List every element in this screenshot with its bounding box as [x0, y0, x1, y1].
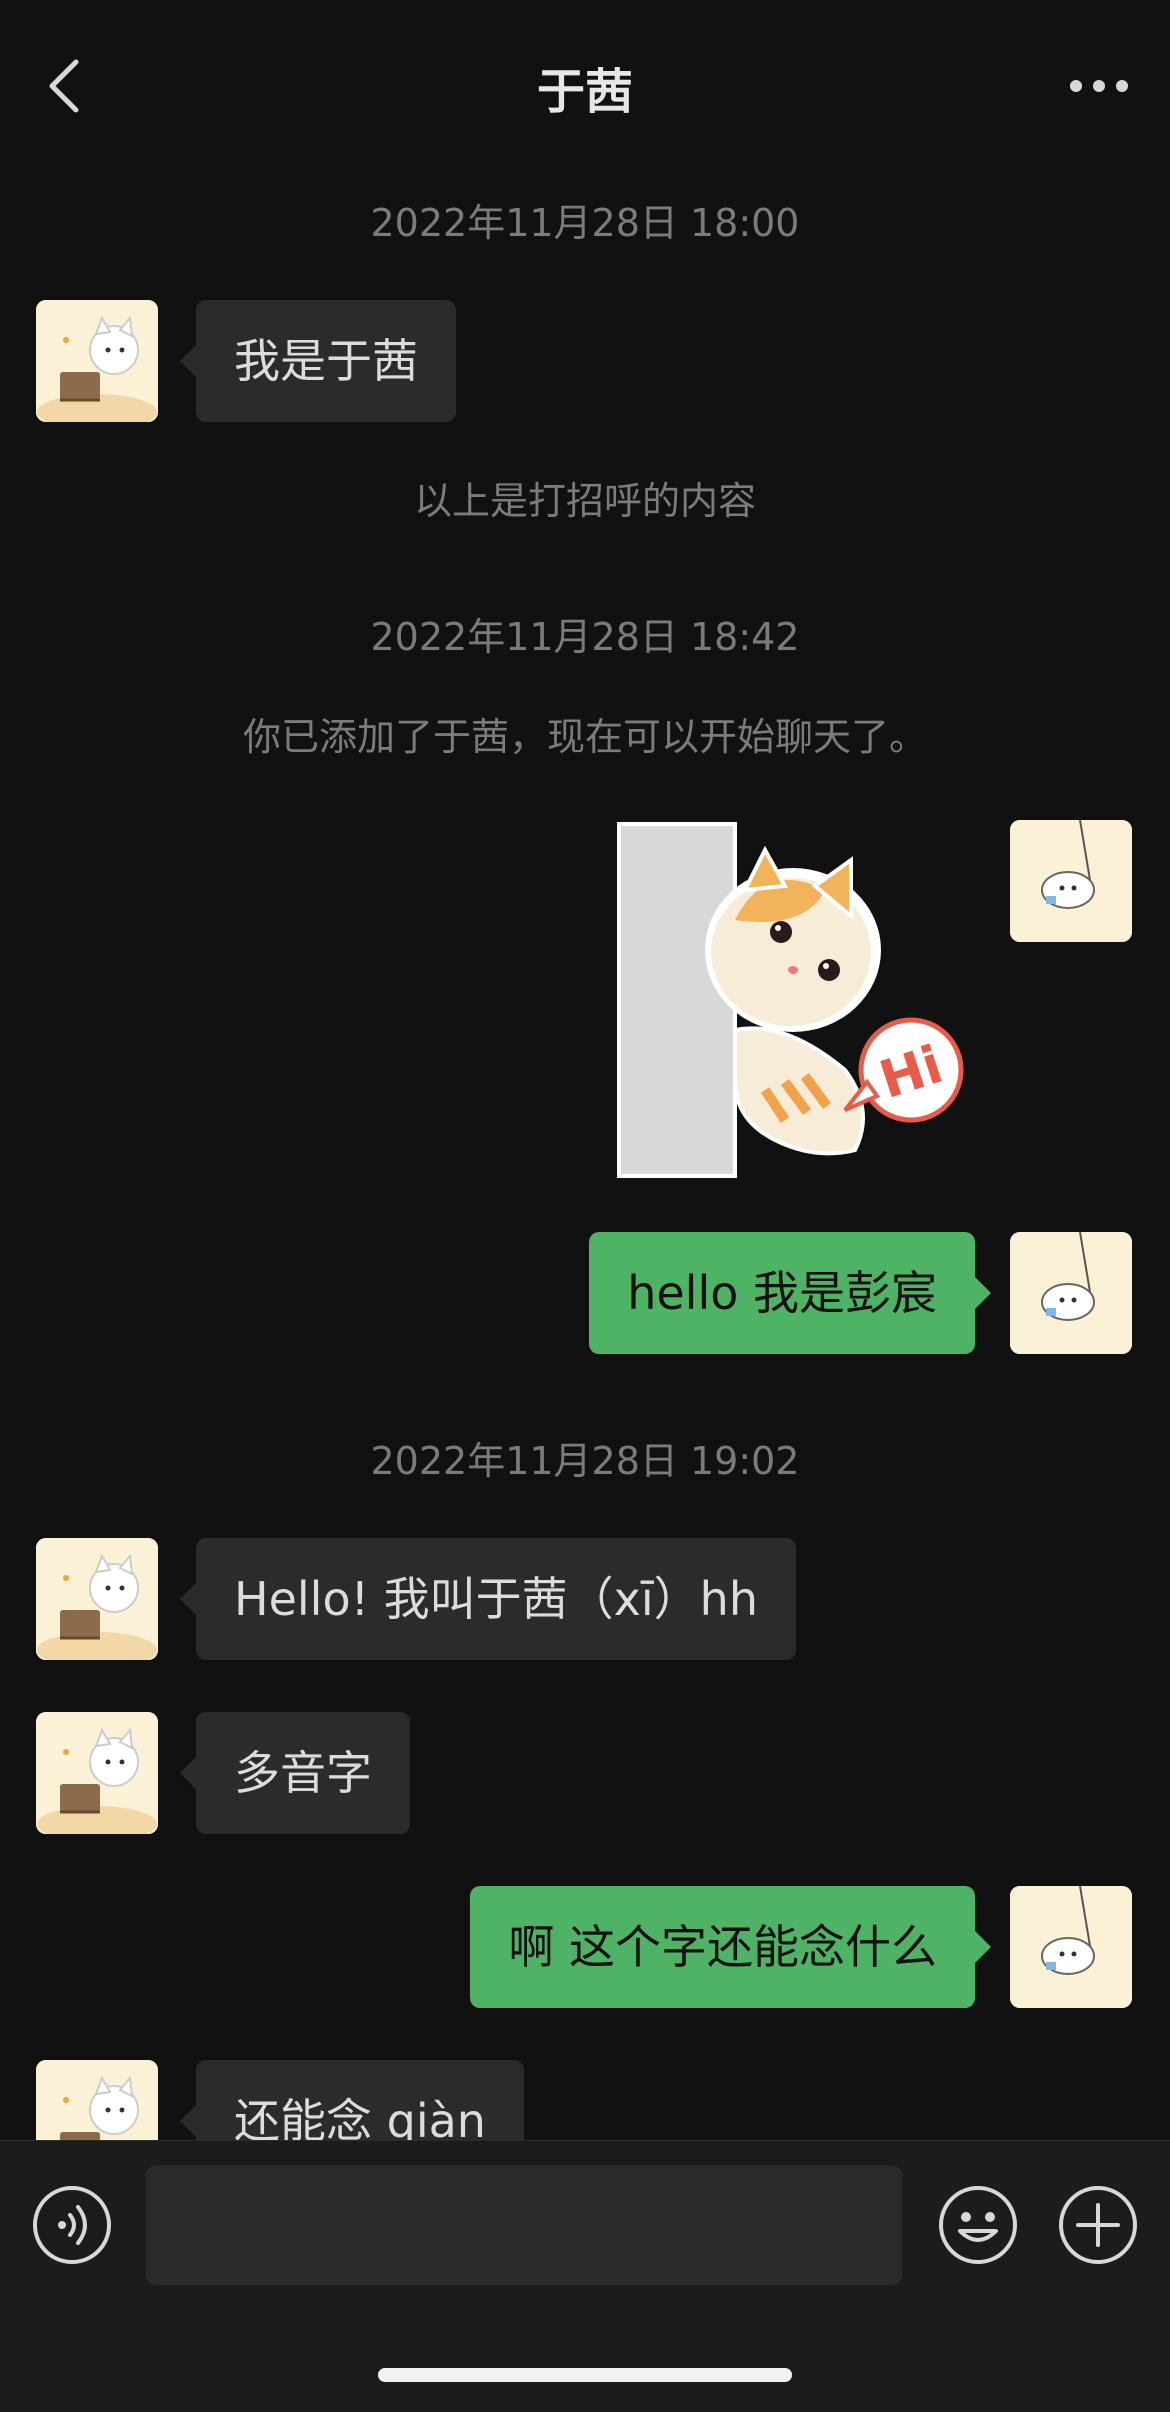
voice-icon[interactable]	[32, 2185, 112, 2265]
message-bubble-incoming[interactable]: Hello! 我叫于茜（xī）hh	[180, 1538, 796, 1660]
user-avatar[interactable]	[1010, 1232, 1132, 1354]
message-input[interactable]	[146, 2165, 902, 2285]
system-message: 以上是打招呼的内容	[413, 479, 756, 523]
contact-avatar[interactable]	[36, 2060, 158, 2140]
message-bubble-outgoing[interactable]: 啊 这个字还能念什么	[470, 1886, 991, 2008]
cat-avatar-icon	[36, 300, 158, 422]
cat-avatar-icon	[36, 2060, 158, 2140]
contact-avatar[interactable]	[36, 1712, 158, 1834]
timestamp: 2022年11月28日 19:02	[370, 1439, 800, 1483]
emoji-icon[interactable]	[938, 2185, 1018, 2265]
timestamp: 2022年11月28日 18:42	[370, 615, 800, 659]
cat-hi-sticker[interactable]: Hi	[615, 820, 975, 1182]
more-dots-icon[interactable]	[1064, 66, 1134, 106]
plus-icon[interactable]	[1058, 2185, 1138, 2265]
user-avatar[interactable]	[1010, 1886, 1132, 2008]
cat-avatar-icon	[1010, 820, 1132, 942]
message-bubble-outgoing[interactable]: hello 我是彭宸	[589, 1232, 991, 1354]
message-bubble-incoming[interactable]: 多音字	[180, 1712, 410, 1834]
cat-avatar-icon	[36, 1538, 158, 1660]
chat-header: 于茜	[0, 0, 1170, 170]
cat-avatar-icon	[36, 1712, 158, 1834]
home-indicator[interactable]	[378, 2368, 792, 2382]
user-avatar[interactable]	[1010, 820, 1132, 942]
message-list[interactable]: 2022年11月28日 18:00 我是于茜 以上是打招呼的内容 2022年11…	[0, 170, 1170, 2140]
message-bubble-incoming[interactable]: 还能念 qiàn	[180, 2060, 524, 2140]
contact-avatar[interactable]	[36, 300, 158, 422]
system-message: 你已添加了于茜，现在可以开始聊天了。	[242, 715, 927, 759]
chat-title: 于茜	[536, 64, 633, 120]
cat-avatar-icon	[1010, 1886, 1132, 2008]
message-bubble-incoming[interactable]: 我是于茜	[180, 300, 456, 422]
cat-avatar-icon	[1010, 1232, 1132, 1354]
timestamp: 2022年11月28日 18:00	[370, 201, 800, 245]
contact-avatar[interactable]	[36, 1538, 158, 1660]
